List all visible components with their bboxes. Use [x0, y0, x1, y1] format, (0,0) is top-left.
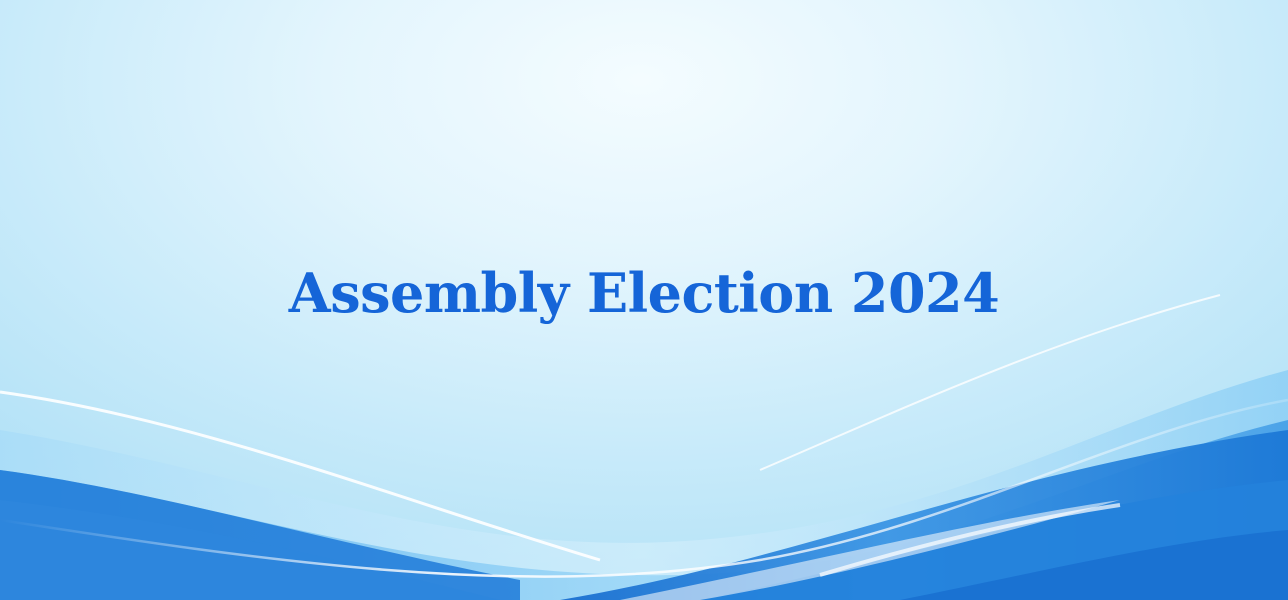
headline: Assembly Election 2024 [288, 261, 1000, 325]
election-banner: Assembly Election 2024 [0, 0, 1288, 600]
